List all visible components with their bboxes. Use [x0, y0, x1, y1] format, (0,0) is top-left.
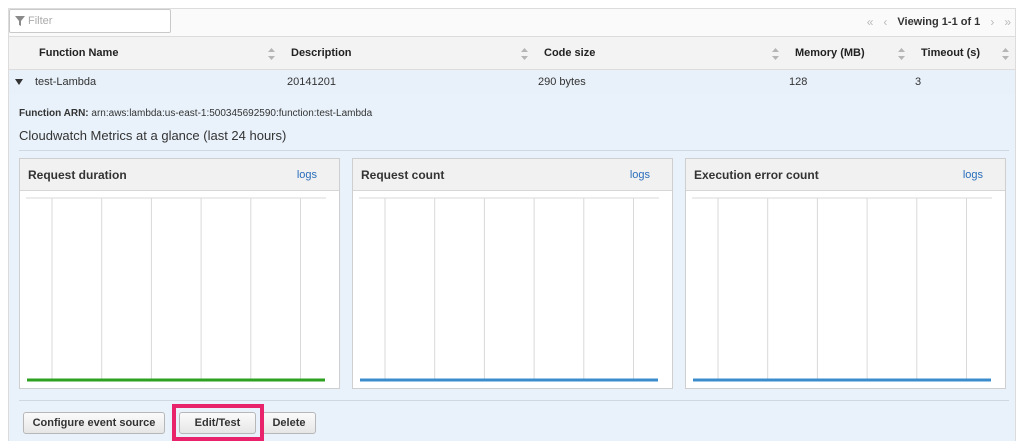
- table-toolbar: Filter « ‹ Viewing 1-1 of 1 › »: [8, 8, 1016, 36]
- prev-page-icon[interactable]: ‹: [883, 15, 887, 29]
- filter-input[interactable]: Filter: [9, 9, 171, 33]
- last-page-icon[interactable]: »: [1004, 15, 1011, 29]
- table-header: Function Name Description Code size Memo…: [8, 36, 1016, 70]
- logs-link[interactable]: logs: [630, 169, 650, 181]
- panel-title: Request duration: [28, 167, 127, 182]
- logs-link[interactable]: logs: [963, 169, 983, 181]
- expand-caret-icon[interactable]: [15, 79, 23, 85]
- cell-timeout: 3: [915, 76, 922, 88]
- next-page-icon[interactable]: ›: [990, 15, 994, 29]
- execution-error-count-graph: [692, 197, 992, 382]
- column-function-name[interactable]: Function Name: [31, 37, 281, 69]
- column-timeout[interactable]: Timeout (s): [911, 37, 1015, 69]
- column-memory[interactable]: Memory (MB): [785, 37, 911, 69]
- logs-link[interactable]: logs: [297, 169, 317, 181]
- function-detail: Function ARN: arn:aws:lambda:us-east-1:5…: [8, 94, 1016, 441]
- viewing-count: Viewing 1-1 of 1: [897, 16, 981, 28]
- panel-execution-error-count: Execution error count logs: [685, 158, 1006, 389]
- table-row[interactable]: test-Lambda 20141201 290 bytes 128 3: [8, 70, 1016, 94]
- request-duration-graph: [26, 197, 326, 382]
- filter-placeholder: Filter: [28, 15, 53, 27]
- lambda-console: Filter « ‹ Viewing 1-1 of 1 › » Function…: [0, 0, 1024, 441]
- highlight-box: [172, 404, 264, 441]
- panel-request-count: Request count logs: [352, 158, 673, 389]
- arn-value: arn:aws:lambda:us-east-1:500345692590:fu…: [91, 108, 373, 119]
- divider: [19, 400, 1009, 401]
- cell-memory: 128: [789, 76, 808, 88]
- sort-icon: [772, 48, 779, 60]
- panel-request-duration: Request duration logs: [19, 158, 340, 389]
- sort-icon: [521, 48, 528, 60]
- panel-title: Request count: [361, 167, 445, 182]
- sort-icon: [898, 48, 905, 60]
- cell-function-name: test-Lambda: [35, 76, 97, 88]
- sort-icon: [1002, 48, 1009, 60]
- request-count-graph: [359, 197, 659, 382]
- metrics-title: Cloudwatch Metrics at a glance (last 24 …: [19, 128, 287, 143]
- panel-title: Execution error count: [694, 167, 819, 182]
- sort-icon: [268, 48, 275, 60]
- cell-description: 20141201: [287, 76, 336, 88]
- divider: [19, 150, 1009, 151]
- first-page-icon[interactable]: «: [867, 15, 874, 29]
- configure-event-source-button[interactable]: Configure event source: [23, 412, 165, 434]
- cell-code-size: 290 bytes: [538, 76, 586, 88]
- column-code-size[interactable]: Code size: [534, 37, 785, 69]
- function-arn: Function ARN: arn:aws:lambda:us-east-1:5…: [19, 108, 372, 119]
- arn-label: Function ARN:: [19, 108, 89, 119]
- pagination: « ‹ Viewing 1-1 of 1 › »: [867, 14, 1011, 30]
- filter-icon: [15, 16, 25, 26]
- column-description[interactable]: Description: [281, 37, 534, 69]
- delete-button[interactable]: Delete: [262, 412, 316, 434]
